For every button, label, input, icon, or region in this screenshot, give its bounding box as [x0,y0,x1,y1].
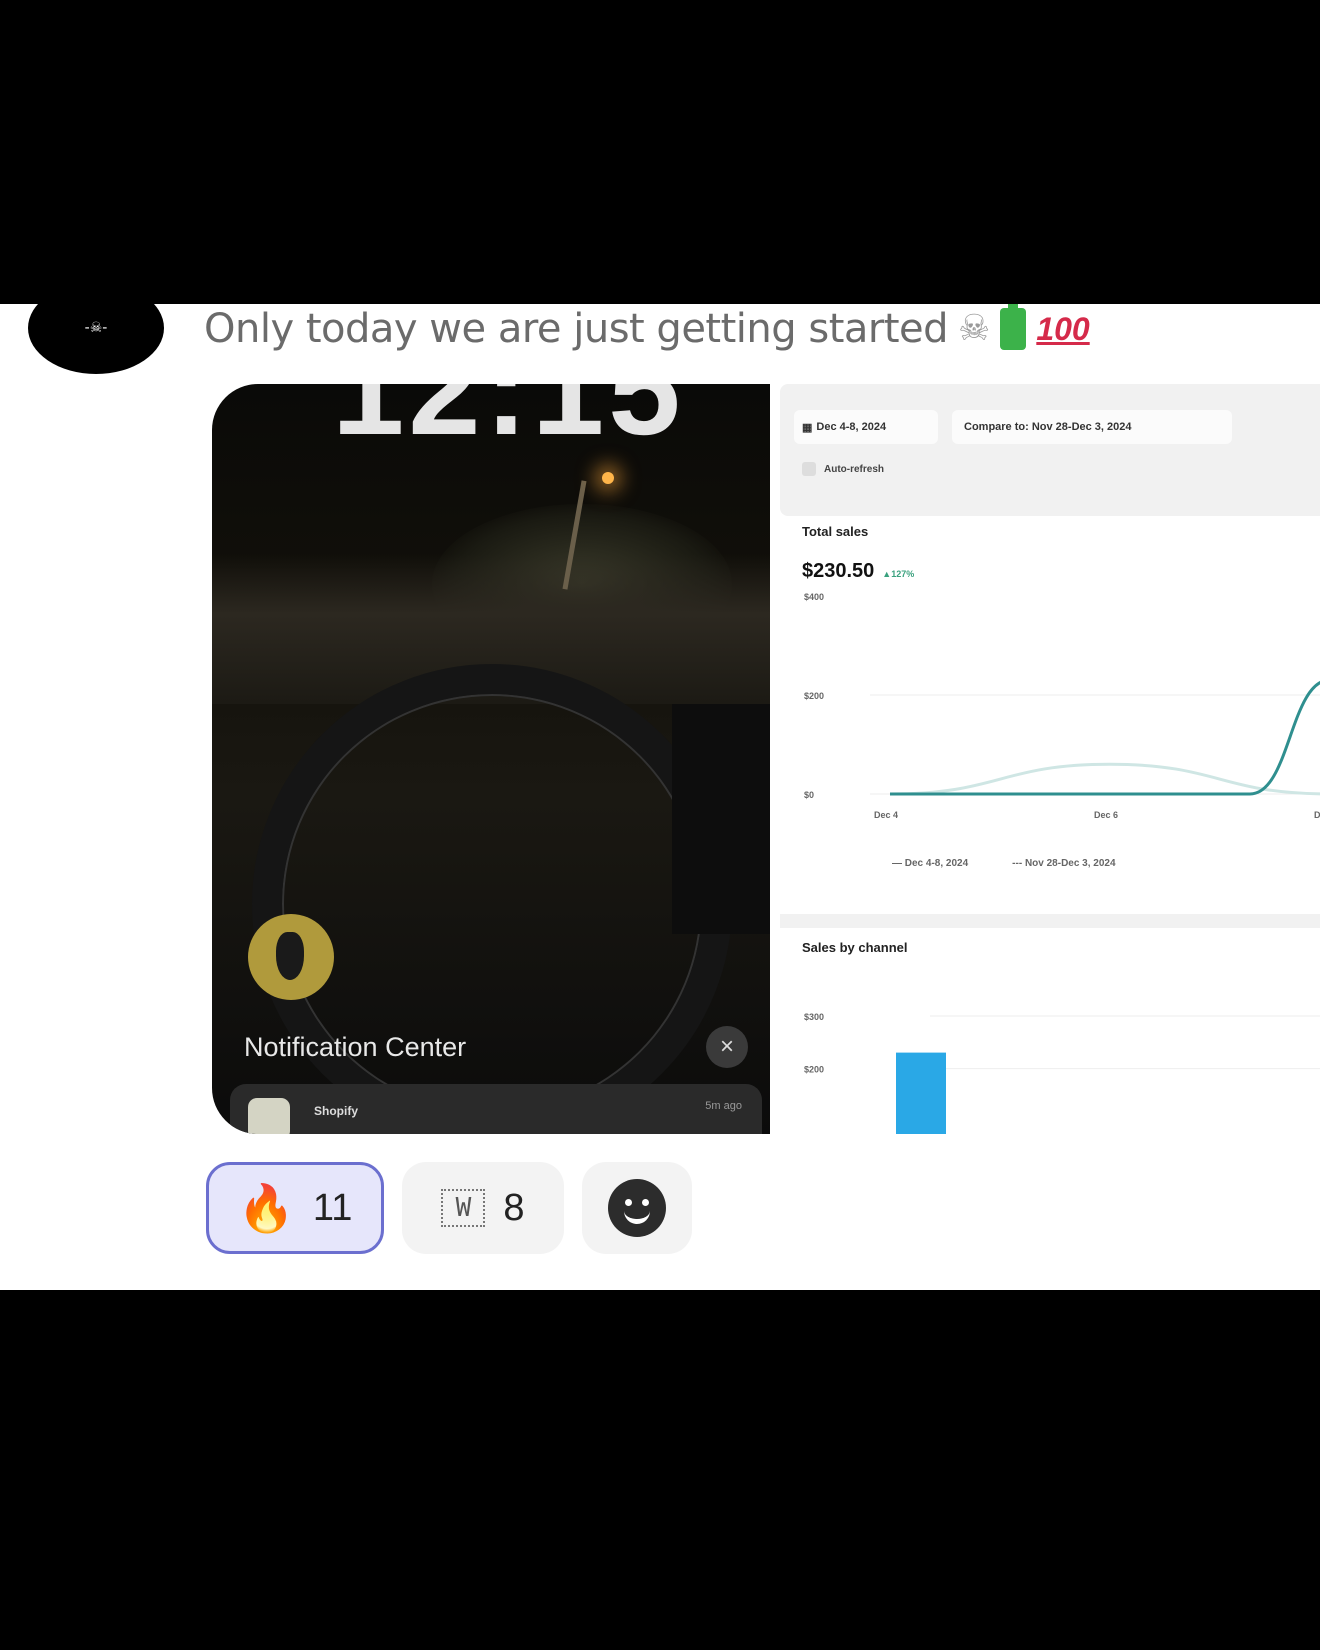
sales-by-channel-label: Sales by channel [802,940,908,955]
w-emoji-icon: W [441,1189,486,1227]
notification-app-name: Shopify [314,1104,358,1118]
lockscreen-clock: 12:15 [332,384,685,462]
hundred-points-icon: 100 [1036,310,1090,347]
close-icon[interactable]: × [706,1026,748,1068]
fire-icon: 🔥 [237,1180,295,1235]
x-tick-label: Dec 6 [1094,810,1118,820]
y-tick-label: $0 [804,790,814,800]
streetlight-lamp [602,472,614,484]
reaction-fire[interactable]: 🔥 11 [206,1162,384,1254]
bar-y-tick-label: $200 [804,1065,824,1075]
reaction-w[interactable]: W 8 [402,1162,564,1254]
legend-current: — Dec 4-8, 2024 [892,858,969,869]
phone-screenshot-image[interactable]: 12:15 Notification Center × Shopify 5m a… [212,384,770,1134]
reaction-count: 8 [503,1186,525,1229]
bar-y-tick-label: $300 [804,1012,824,1022]
ferrari-logo-icon [248,914,334,1000]
shopify-icon [248,1098,290,1134]
x-tick-label: Dec 4 [874,810,898,820]
section-divider [780,914,1320,928]
steering-wheel-shape [252,664,732,1134]
x-tick-label: Dec 8 [1314,810,1320,820]
avatar[interactable]: -☠- [28,304,164,374]
analytics-charts-svg: $400 $200 $0 Dec 4 Dec 6 Dec 8 $300 $200 [804,592,1320,1134]
battery-icon [1000,304,1027,350]
y-tick-label: $200 [804,691,824,701]
chart-legend: — Dec 4-8, 2024 --- Nov 28-Dec 3, 2024 [892,858,1116,869]
reaction-count: 11 [312,1186,353,1229]
message-text: Only today we are just getting started [204,306,949,352]
notification-time: 5m ago [705,1100,742,1112]
message-row: Only today we are just getting started ☠… [204,304,1090,354]
message-post: -☠- Only today we are just getting start… [0,304,1320,1290]
reactions-bar: 🔥 11 W 8 [206,1162,692,1254]
analytics-panel: ▦ Dec 4-8, 2024 Compare to: Nov 28-Dec 3… [780,384,1320,1134]
series-line-current [890,681,1320,796]
dashboard-shape [672,704,770,934]
series-line-previous [889,762,1320,796]
add-reaction-button[interactable] [582,1162,692,1254]
notification-center-title: Notification Center [244,1032,467,1062]
notification-card[interactable]: Shopify 5m ago [230,1084,762,1134]
avatar-label: -☠- [84,320,108,336]
skull-icon: ☠ [958,308,991,349]
smiley-icon [608,1179,666,1237]
legend-previous: --- Nov 28-Dec 3, 2024 [1012,858,1116,869]
channel-bar [896,1052,946,1134]
y-tick-label: $400 [804,592,824,602]
